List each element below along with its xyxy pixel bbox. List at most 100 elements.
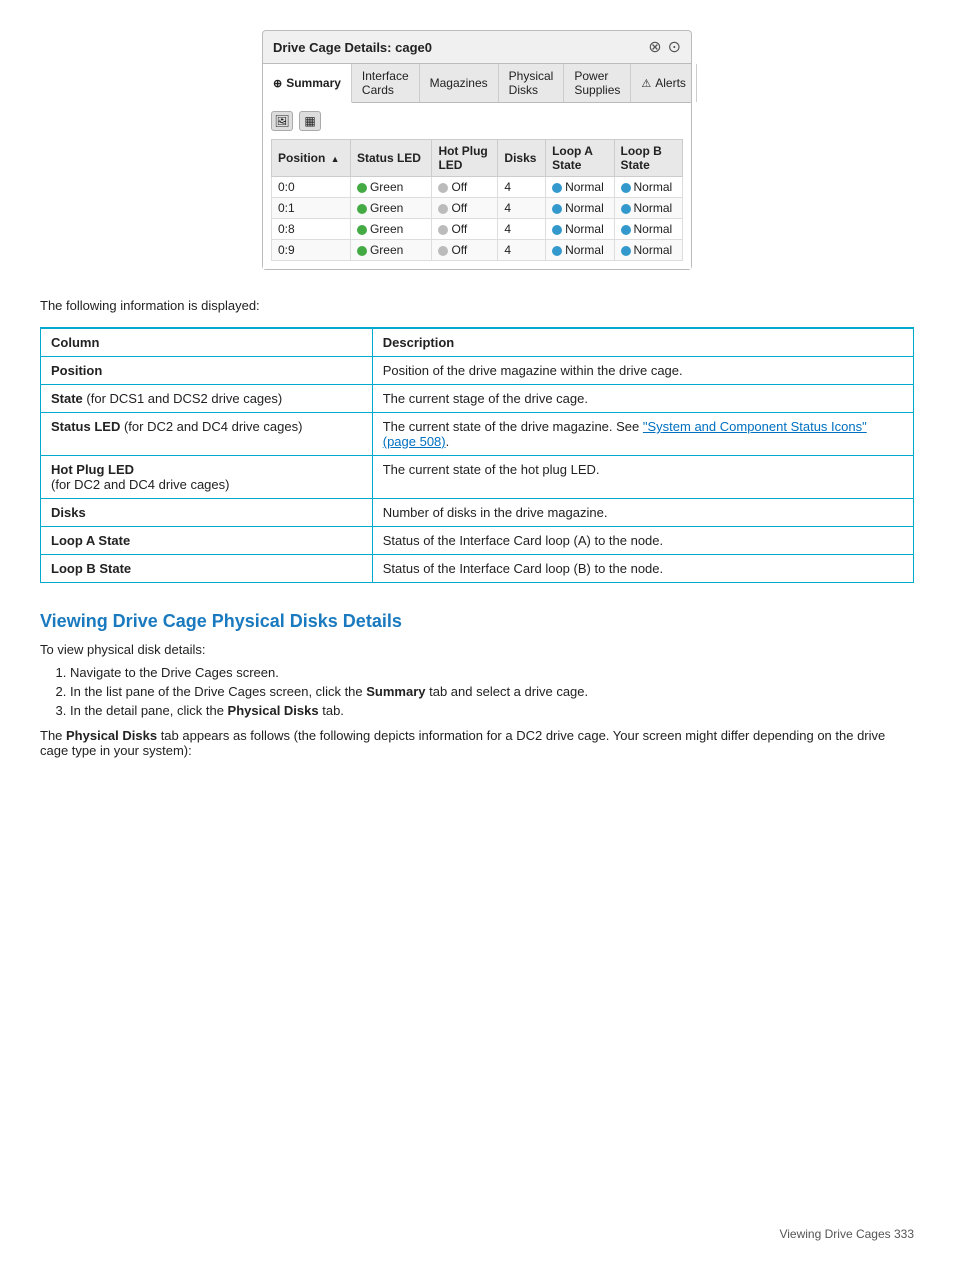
cell-loop-a: Normal: [546, 177, 614, 198]
cell-position: 0:9: [272, 240, 351, 261]
magazines-table: Position ▲ Status LED Hot PlugLED Disks …: [271, 139, 683, 261]
gray-dot: [438, 246, 448, 256]
tab-power-supplies[interactable]: Power Supplies: [564, 64, 631, 102]
blue-dot-a: [552, 225, 562, 235]
table-row: 0:0 Green Off 4 Normal Normal: [272, 177, 683, 198]
table-row: 0:9 Green Off 4 Normal Normal: [272, 240, 683, 261]
cell-status-led: Green: [350, 198, 432, 219]
drive-cage-panel: Drive Cage Details: cage0 ⊗ ⊙ ⊕ Summary …: [262, 30, 692, 270]
cell-loop-b: Normal: [614, 219, 683, 240]
info-table-row: Loop B State Status of the Interface Car…: [41, 555, 914, 583]
panel-tabs: ⊕ Summary Interface Cards Magazines Phys…: [263, 64, 691, 103]
col-header-loop-b: Loop BState: [614, 140, 683, 177]
cell-disks: 4: [498, 198, 546, 219]
gray-dot: [438, 183, 448, 193]
viewing-section-heading: Viewing Drive Cage Physical Disks Detail…: [40, 611, 914, 632]
table-row: 0:8 Green Off 4 Normal Normal: [272, 219, 683, 240]
info-table-row: Position Position of the drive magazine …: [41, 357, 914, 385]
info-cell-col2: The current stage of the drive cage.: [372, 385, 913, 413]
alerts-tab-icon: ⚠: [641, 77, 651, 90]
info-cell-col1: Loop B State: [41, 555, 373, 583]
cell-loop-a: Normal: [546, 240, 614, 261]
page-footer: Viewing Drive Cages 333: [779, 1227, 914, 1241]
tab-alerts[interactable]: ⚠ Alerts: [631, 64, 697, 102]
cell-loop-b: Normal: [614, 240, 683, 261]
info-intro: The following information is displayed:: [40, 298, 914, 313]
tab-physical-disks-label: Physical Disks: [509, 69, 554, 97]
info-cell-col2: Position of the drive magazine within th…: [372, 357, 913, 385]
info-cell-col1: State (for DCS1 and DCS2 drive cages): [41, 385, 373, 413]
tab-summary-label: Summary: [286, 76, 341, 90]
info-col-header-description: Description: [372, 328, 913, 357]
step-3: In the detail pane, click the Physical D…: [70, 703, 914, 718]
green-dot: [357, 204, 367, 214]
table-row: 0:1 Green Off 4 Normal Normal: [272, 198, 683, 219]
cell-loop-b: Normal: [614, 198, 683, 219]
blue-dot-b: [621, 204, 631, 214]
info-table-row: Loop A State Status of the Interface Car…: [41, 527, 914, 555]
cell-status-led: Green: [350, 219, 432, 240]
cell-loop-b: Normal: [614, 177, 683, 198]
info-cell-col1: Loop A State: [41, 527, 373, 555]
blue-dot-b: [621, 225, 631, 235]
toolbar: 🖼 ▦: [271, 111, 683, 131]
col-header-status-led: Status LED: [350, 140, 432, 177]
info-cell-col1: Status LED (for DC2 and DC4 drive cages): [41, 413, 373, 456]
info-cell-col2: Status of the Interface Card loop (A) to…: [372, 527, 913, 555]
help-icon[interactable]: ⊗: [648, 37, 661, 57]
cell-loop-a: Normal: [546, 198, 614, 219]
panel-body: 🖼 ▦ Position ▲ Status LED Hot PlugLED Di…: [263, 103, 691, 269]
col-header-position[interactable]: Position ▲: [272, 140, 351, 177]
blue-dot-a: [552, 204, 562, 214]
green-dot: [357, 246, 367, 256]
tab-interface-cards[interactable]: Interface Cards: [352, 64, 420, 102]
info-col-header-column: Column: [41, 328, 373, 357]
tab-alerts-label: Alerts: [655, 76, 686, 90]
cell-hot-plug: Off: [432, 198, 498, 219]
info-cell-col1: Hot Plug LED(for DC2 and DC4 drive cages…: [41, 456, 373, 499]
info-cell-col1: Position: [41, 357, 373, 385]
cell-hot-plug: Off: [432, 240, 498, 261]
tab-physical-disks[interactable]: Physical Disks: [499, 64, 565, 102]
blue-dot-a: [552, 246, 562, 256]
viewing-steps-list: Navigate to the Drive Cages screen. In t…: [70, 665, 914, 718]
tab-magazines[interactable]: Magazines: [420, 64, 499, 102]
panel-action-icons: ⊗ ⊙: [648, 37, 681, 57]
cell-position: 0:1: [272, 198, 351, 219]
sort-arrow: ▲: [331, 154, 340, 164]
tab-summary[interactable]: ⊕ Summary: [263, 64, 352, 103]
info-cell-col2: The current state of the hot plug LED.: [372, 456, 913, 499]
cell-position: 0:0: [272, 177, 351, 198]
summary-tab-icon: ⊕: [273, 77, 282, 90]
info-cell-col2: Number of disks in the drive magazine.: [372, 499, 913, 527]
cell-disks: 4: [498, 240, 546, 261]
cell-disks: 4: [498, 177, 546, 198]
cell-status-led: Green: [350, 240, 432, 261]
status-icons-link[interactable]: "System and Component Status Icons" (pag…: [383, 419, 867, 449]
tab-interface-cards-label: Interface Cards: [362, 69, 409, 97]
cell-hot-plug: Off: [432, 177, 498, 198]
cell-hot-plug: Off: [432, 219, 498, 240]
tab-power-supplies-label: Power Supplies: [574, 69, 620, 97]
page-number: Viewing Drive Cages 333: [779, 1227, 914, 1241]
close-icon[interactable]: ⊙: [668, 37, 681, 57]
viewing-intro: To view physical disk details:: [40, 642, 914, 657]
info-cell-col1: Disks: [41, 499, 373, 527]
cell-disks: 4: [498, 219, 546, 240]
info-table-row: Status LED (for DC2 and DC4 drive cages)…: [41, 413, 914, 456]
info-table-row: Disks Number of disks in the drive magaz…: [41, 499, 914, 527]
panel-header: Drive Cage Details: cage0 ⊗ ⊙: [263, 31, 691, 64]
info-table-row: State (for DCS1 and DCS2 drive cages) Th…: [41, 385, 914, 413]
toolbar-btn-2[interactable]: ▦: [299, 111, 321, 131]
green-dot: [357, 225, 367, 235]
step-2: In the list pane of the Drive Cages scre…: [70, 684, 914, 699]
info-cell-col2: Status of the Interface Card loop (B) to…: [372, 555, 913, 583]
step-1: Navigate to the Drive Cages screen.: [70, 665, 914, 680]
col-header-disks: Disks: [498, 140, 546, 177]
tab-magazines-label: Magazines: [430, 76, 488, 90]
cell-position: 0:8: [272, 219, 351, 240]
gray-dot: [438, 204, 448, 214]
gray-dot: [438, 225, 448, 235]
toolbar-btn-1[interactable]: 🖼: [271, 111, 293, 131]
blue-dot-a: [552, 183, 562, 193]
